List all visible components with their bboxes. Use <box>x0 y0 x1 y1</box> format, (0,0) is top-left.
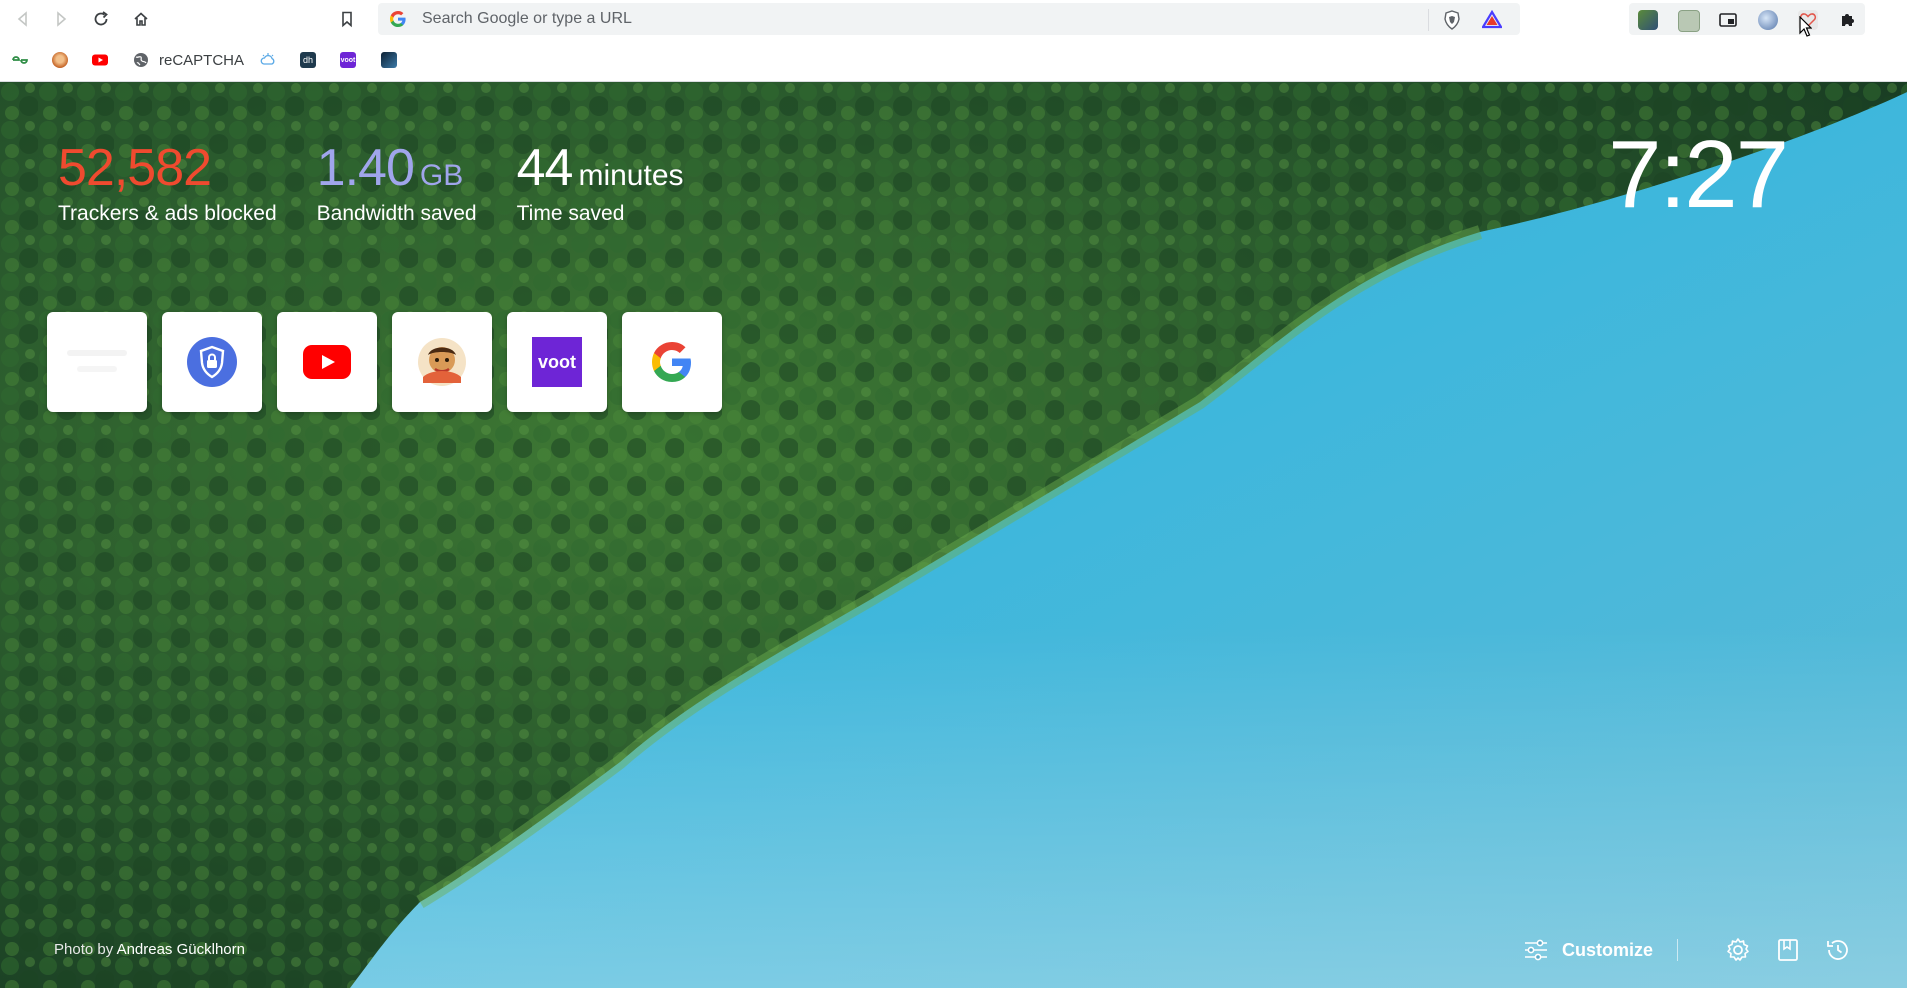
voot-logo: voot <box>532 337 582 387</box>
trackers-blocked-label: Trackers & ads blocked <box>58 202 277 225</box>
time-unit: minutes <box>578 159 684 192</box>
dark-tile-icon <box>381 52 397 68</box>
bandwidth-saved-value: 1.40 <box>316 139 415 197</box>
cloud-icon <box>260 53 275 65</box>
bandwidth-saved-label: Bandwidth saved <box>316 202 477 225</box>
youtube-tile[interactable] <box>277 312 377 412</box>
picture-in-picture-icon[interactable] <box>1718 10 1738 30</box>
puzzle-icon[interactable] <box>1838 10 1858 30</box>
mouse-cursor-icon <box>1799 16 1812 37</box>
omnibox[interactable] <box>378 3 1520 35</box>
forward-arrow-icon <box>57 11 67 27</box>
blank-site-tile[interactable] <box>47 312 147 412</box>
clock: 7:27 <box>1608 121 1789 228</box>
forward-button[interactable] <box>48 6 74 32</box>
extension-2-icon[interactable] <box>1678 10 1700 32</box>
history-button[interactable] <box>1824 936 1852 964</box>
history-icon <box>1827 940 1848 960</box>
bookmark-geeks[interactable] <box>12 50 28 70</box>
vpn-shield-icon <box>187 337 237 387</box>
customize-button[interactable]: Customize <box>1524 939 1678 961</box>
extension-1-icon[interactable] <box>1638 10 1658 30</box>
time-stat: 44 minutes Time saved <box>517 140 684 226</box>
omnibox-input[interactable] <box>420 9 1424 29</box>
gear-icon <box>1727 938 1749 961</box>
bookmark-page-button[interactable] <box>334 6 360 32</box>
google-tile[interactable] <box>622 312 722 412</box>
bookmark-voot[interactable]: voot <box>340 50 356 70</box>
bookmark-youtube[interactable] <box>92 50 108 70</box>
bookmark-dark-tile[interactable] <box>381 50 397 70</box>
top-sites: voot <box>47 312 722 412</box>
photo-credit-author[interactable]: Andreas Gücklhorn <box>117 941 245 958</box>
photo-credit-prefix: Photo by <box>54 941 114 958</box>
back-arrow-icon <box>17 11 27 27</box>
faded-site-icon <box>67 350 127 372</box>
trackers-stat: 52,582 Trackers & ads blocked <box>58 140 277 226</box>
globe-icon <box>134 53 148 67</box>
reload-button[interactable] <box>88 6 114 32</box>
bookmarks-bar: reCAPTCHA dh voot <box>0 38 1907 82</box>
brave-shields-icon[interactable] <box>1442 10 1462 30</box>
extension-globe-icon[interactable] <box>1758 10 1778 30</box>
voot-icon: voot <box>340 52 356 68</box>
bookmark-cloud[interactable] <box>260 50 276 70</box>
reload-icon <box>94 11 108 26</box>
extensions-tray <box>1629 3 1865 35</box>
new-tab-page: 52,582 Trackers & ads blocked 1.40 GB Ban… <box>0 82 1907 988</box>
home-button[interactable] <box>128 6 154 32</box>
bookmarks-button[interactable] <box>1774 936 1802 964</box>
google-logo-icon <box>652 342 691 382</box>
cartoon-site-tile[interactable] <box>392 312 492 412</box>
geeks-icon <box>12 56 28 64</box>
bookmark-cartoon[interactable] <box>52 50 68 70</box>
back-button[interactable] <box>10 6 36 32</box>
google-g-icon <box>390 11 406 27</box>
photo-credit: Photo by Andreas Gücklhorn <box>54 941 245 958</box>
bookmark-icon <box>342 11 352 28</box>
home-icon <box>134 12 148 26</box>
youtube-icon <box>92 54 108 66</box>
bottom-actions: Customize <box>1524 936 1852 964</box>
omnibox-divider <box>1428 9 1429 31</box>
vpn-shield-tile[interactable] <box>162 312 262 412</box>
browser-toolbar <box>0 0 1907 38</box>
cartoon-avatar-icon <box>418 338 466 386</box>
dh-icon: dh <box>300 52 316 68</box>
time-saved-label: Time saved <box>516 202 625 225</box>
stats-widget: 52,582 Trackers & ads blocked 1.40 GB Ban… <box>58 140 724 226</box>
bandwidth-stat: 1.40 GB Bandwidth saved <box>317 140 477 226</box>
sliders-icon <box>1524 939 1547 961</box>
brave-rewards-icon[interactable] <box>1482 10 1502 30</box>
customize-label: Customize <box>1561 939 1653 960</box>
youtube-logo-icon <box>303 345 351 379</box>
bandwidth-unit: GB <box>419 159 464 192</box>
bookmarks-icon <box>1778 939 1798 961</box>
time-saved-value: 44 <box>516 139 574 197</box>
bookmark-recaptcha[interactable]: reCAPTCHA <box>133 50 244 70</box>
bookmark-label: reCAPTCHA <box>159 51 245 69</box>
bookmark-dh[interactable]: dh <box>300 50 316 70</box>
cartoon-avatar-icon <box>52 52 68 68</box>
settings-button[interactable] <box>1724 936 1752 964</box>
voot-tile[interactable]: voot <box>507 312 607 412</box>
trackers-blocked-count: 52,582 <box>58 139 212 197</box>
